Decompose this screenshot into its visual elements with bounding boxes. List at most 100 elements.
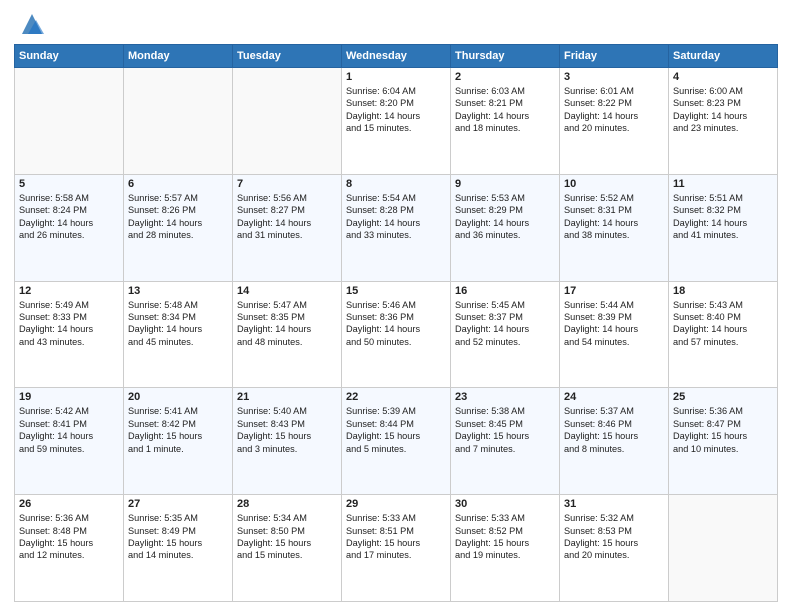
day-detail-line: Sunset: 8:43 PM <box>237 419 305 429</box>
table-row: 28Sunrise: 5:34 AMSunset: 8:50 PMDayligh… <box>233 495 342 602</box>
day-detail-line: Sunrise: 5:43 AM <box>673 300 743 310</box>
day-detail-line: Sunset: 8:47 PM <box>673 419 741 429</box>
table-row: 22Sunrise: 5:39 AMSunset: 8:44 PMDayligh… <box>342 388 451 495</box>
day-details: Sunrise: 5:34 AMSunset: 8:50 PMDaylight:… <box>237 512 337 562</box>
table-row: 17Sunrise: 5:44 AMSunset: 8:39 PMDayligh… <box>560 281 669 388</box>
day-detail-line: Daylight: 14 hours <box>564 218 638 228</box>
day-detail-line: and 23 minutes. <box>673 123 738 133</box>
day-detail-line: Daylight: 14 hours <box>346 218 420 228</box>
day-detail-line: Sunrise: 5:38 AM <box>455 406 525 416</box>
day-detail-line: Sunrise: 5:35 AM <box>128 513 198 523</box>
day-details: Sunrise: 5:37 AMSunset: 8:46 PMDaylight:… <box>564 405 664 455</box>
table-row <box>669 495 778 602</box>
table-row: 16Sunrise: 5:45 AMSunset: 8:37 PMDayligh… <box>451 281 560 388</box>
table-row: 10Sunrise: 5:52 AMSunset: 8:31 PMDayligh… <box>560 174 669 281</box>
day-detail-line: and 8 minutes. <box>564 444 624 454</box>
table-row: 25Sunrise: 5:36 AMSunset: 8:47 PMDayligh… <box>669 388 778 495</box>
day-detail-line: and 45 minutes. <box>128 337 193 347</box>
table-row: 1Sunrise: 6:04 AMSunset: 8:20 PMDaylight… <box>342 68 451 175</box>
table-row: 11Sunrise: 5:51 AMSunset: 8:32 PMDayligh… <box>669 174 778 281</box>
day-number: 29 <box>346 498 446 510</box>
day-detail-line: Sunrise: 5:58 AM <box>19 193 89 203</box>
day-detail-line: Sunset: 8:51 PM <box>346 526 414 536</box>
col-saturday: Saturday <box>669 45 778 68</box>
day-detail-line: Sunset: 8:52 PM <box>455 526 523 536</box>
day-details: Sunrise: 5:32 AMSunset: 8:53 PMDaylight:… <box>564 512 664 562</box>
day-details: Sunrise: 5:33 AMSunset: 8:52 PMDaylight:… <box>455 512 555 562</box>
day-number: 31 <box>564 498 664 510</box>
day-detail-line: Sunrise: 5:53 AM <box>455 193 525 203</box>
day-details: Sunrise: 5:40 AMSunset: 8:43 PMDaylight:… <box>237 405 337 455</box>
logo <box>14 10 46 38</box>
col-sunday: Sunday <box>15 45 124 68</box>
day-detail-line: Sunset: 8:45 PM <box>455 419 523 429</box>
day-detail-line: Daylight: 15 hours <box>237 538 311 548</box>
day-detail-line: Daylight: 14 hours <box>564 111 638 121</box>
day-detail-line: Daylight: 14 hours <box>673 218 747 228</box>
day-detail-line: Sunrise: 5:40 AM <box>237 406 307 416</box>
day-detail-line: Sunset: 8:31 PM <box>564 205 632 215</box>
day-detail-line: Daylight: 14 hours <box>128 218 202 228</box>
day-details: Sunrise: 5:36 AMSunset: 8:47 PMDaylight:… <box>673 405 773 455</box>
day-number: 17 <box>564 285 664 297</box>
day-detail-line: Daylight: 14 hours <box>346 324 420 334</box>
day-detail-line: Sunset: 8:34 PM <box>128 312 196 322</box>
day-detail-line: and 20 minutes. <box>564 550 629 560</box>
day-detail-line: Daylight: 15 hours <box>455 431 529 441</box>
day-detail-line: Sunrise: 5:39 AM <box>346 406 416 416</box>
day-detail-line: Sunrise: 5:54 AM <box>346 193 416 203</box>
day-detail-line: Sunset: 8:29 PM <box>455 205 523 215</box>
day-details: Sunrise: 5:38 AM Sunset: 8:45 PM Daylight:… <box>455 405 555 455</box>
day-detail-line: Daylight: 14 hours <box>455 218 529 228</box>
calendar-header-row: Sunday Monday Tuesday Wednesday Thursday… <box>15 45 778 68</box>
day-number: 6 <box>128 178 228 190</box>
day-details: Sunrise: 5:45 AMSunset: 8:37 PMDaylight:… <box>455 299 555 349</box>
table-row: 9 Sunrise: 5:53 AM Sunset: 8:29 PM Daylight… <box>451 174 560 281</box>
table-row: 20Sunrise: 5:41 AMSunset: 8:42 PMDayligh… <box>124 388 233 495</box>
header <box>14 10 778 38</box>
day-number: 12 <box>19 285 119 297</box>
day-details: Sunrise: 5:42 AMSunset: 8:41 PMDaylight:… <box>19 405 119 455</box>
day-number: 5 <box>19 178 119 190</box>
day-details: Sunrise: 5:39 AMSunset: 8:44 PMDaylight:… <box>346 405 446 455</box>
day-number: 14 <box>237 285 337 297</box>
day-number: 4 <box>673 71 773 83</box>
day-number: 20 <box>128 391 228 403</box>
day-detail-line: and 7 minutes. <box>455 444 515 454</box>
day-details: Sunrise: 5:54 AMSunset: 8:28 PMDaylight:… <box>346 192 446 242</box>
table-row: 19 Sunrise: 5:42 AMSunset: 8:41 PMDayligh… <box>15 388 124 495</box>
table-row: 14Sunrise: 5:47 AMSunset: 8:35 PMDayligh… <box>233 281 342 388</box>
logo-icon <box>18 10 46 38</box>
day-number: 9 <box>455 178 555 190</box>
calendar-table: Sunday Monday Tuesday Wednesday Thursday… <box>14 44 778 602</box>
day-detail-line: and 14 minutes. <box>128 550 193 560</box>
day-details: Sunrise: 5:46 AMSunset: 8:36 PMDaylight:… <box>346 299 446 349</box>
col-tuesday: Tuesday <box>233 45 342 68</box>
day-number: 30 <box>455 498 555 510</box>
day-detail-line: Sunrise: 6:00 AM <box>673 86 743 96</box>
day-detail-line: Sunset: 8:21 PM <box>455 98 523 108</box>
calendar-week-row: 12Sunrise: 5:49 AMSunset: 8:33 PMDayligh… <box>15 281 778 388</box>
day-detail-line: and 26 minutes. <box>19 230 84 240</box>
day-number: 27 <box>128 498 228 510</box>
day-detail-line: and 33 minutes. <box>346 230 411 240</box>
table-row: 12Sunrise: 5:49 AMSunset: 8:33 PMDayligh… <box>15 281 124 388</box>
day-details: Sunrise: 6:00 AMSunset: 8:23 PMDaylight:… <box>673 85 773 135</box>
day-details: Sunrise: 5:57 AMSunset: 8:26 PMDaylight:… <box>128 192 228 242</box>
day-detail-line: Sunset: 8:22 PM <box>564 98 632 108</box>
day-detail-line: Sunrise: 5:47 AM <box>237 300 307 310</box>
day-details: Sunrise: 5:35 AMSunset: 8:49 PMDaylight:… <box>128 512 228 562</box>
day-detail-line: Sunset: 8:50 PM <box>237 526 305 536</box>
day-number: 15 <box>346 285 446 297</box>
day-detail-line: Daylight: 14 hours <box>673 324 747 334</box>
col-friday: Friday <box>560 45 669 68</box>
day-detail-line: Sunset: 8:41 PM <box>19 419 87 429</box>
day-detail-line: Daylight: 14 hours <box>237 218 311 228</box>
day-detail-line: Sunset: 8:32 PM <box>673 205 741 215</box>
day-detail-line: Sunset: 8:27 PM <box>237 205 305 215</box>
table-row: 7Sunrise: 5:56 AMSunset: 8:27 PMDaylight… <box>233 174 342 281</box>
day-detail-line: Sunrise: 5:33 AM <box>346 513 416 523</box>
table-row: 8Sunrise: 5:54 AMSunset: 8:28 PMDaylight… <box>342 174 451 281</box>
day-detail-line: and 18 minutes. <box>455 123 520 133</box>
day-number: 19 <box>19 391 119 403</box>
